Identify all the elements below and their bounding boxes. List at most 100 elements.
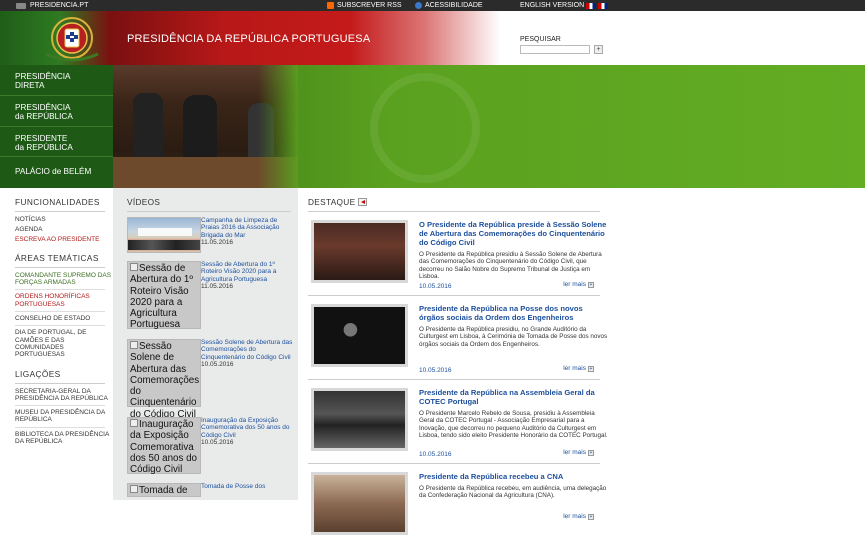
hero-fade [258,65,298,188]
news-summary: O Presidente da República presidiu, no G… [419,326,608,348]
read-more-label: ler mais [563,513,586,520]
news-thumbnail[interactable] [311,220,408,283]
nav-label: PRESIDENTE [15,133,68,143]
news-thumbnail[interactable] [311,388,408,451]
link-comandante-supremo[interactable]: COMANDANTE SUPREMO DAS FORÇAS ARMADAS [15,272,113,287]
video-item[interactable]: Tomada de Posse dos Tomada de Posse dos [127,483,298,497]
read-more-label: ler mais [563,365,586,372]
link-escreva-presidente[interactable]: ESCREVA AO PRESIDENTE [15,236,113,243]
destaque-heading-label: DESTAQUE [308,197,356,207]
video-thumbnail-alt: Tomada de Posse dos [139,485,188,496]
news-title[interactable]: Presidente da República na Posse dos nov… [419,304,609,322]
link-museu[interactable]: MUSEU DA PRESIDÊNCIA DA REPÚBLICA [15,409,113,424]
video-title[interactable]: Inauguração da Exposição Comemorativa do… [201,417,296,439]
news-title[interactable]: O Presidente da República preside à Sess… [419,220,609,247]
arrow-left-icon[interactable] [358,198,368,206]
destaque-column: DESTAQUE O Presidente da República presi… [298,188,610,535]
divider [15,311,105,313]
video-thumbnail[interactable]: Sessão de Abertura do 1º Roteiro Visão 2… [127,261,201,330]
news-item: Presidente da República na Posse dos nov… [308,296,607,380]
accessibility-link[interactable]: ACESSIBILIDADE [415,0,483,11]
english-version-link[interactable]: ENGLISH VERSION [520,0,609,11]
link-agenda[interactable]: AGENDA [15,226,113,233]
video-thumbnail[interactable] [127,217,201,253]
top-bar: PRESIDENCIA.PT SUBSCREVER RSS ACESSIBILI… [0,0,865,11]
video-date: 10.05.2016 [201,438,234,446]
coat-of-arms-icon[interactable] [40,14,104,62]
search-form: PESQUISAR + [520,36,603,54]
video-item[interactable]: Campanha de Limpeza de Praias 2016 da As… [127,217,298,255]
nav-label: PALÁCIO de BELÉM [15,167,92,177]
video-thumbnail[interactable]: Inauguração da Exposição Comemorativa do… [127,417,201,475]
news-thumbnail[interactable] [311,304,408,367]
read-more-link[interactable]: ler mais + [563,281,594,288]
link-noticias[interactable]: NOTÍCIAS [15,216,113,223]
nav-label: da REPÚBLICA [15,142,73,152]
news-summary: O Presidente Marcelo Rebelo de Sousa, pr… [419,410,608,439]
video-date: 11.05.2016 [201,238,234,246]
nav-label: PRESIDÊNCIA [15,72,71,81]
nav-label: DIRETA [15,81,45,90]
news-thumbnail[interactable] [311,472,408,535]
site-link[interactable]: PRESIDENCIA.PT [16,0,88,11]
video-item[interactable]: Inauguração da Exposição Comemorativa do… [127,417,298,477]
ligacoes-heading: LIGAÇÕES [15,368,61,379]
link-ordens-honorificas[interactable]: ORDENS HONORÍFICAS PORTUGUESAS [15,293,113,308]
link-conselho-estado[interactable]: CONSELHO DE ESTADO [15,315,113,322]
search-input[interactable] [520,45,590,54]
video-date: 10.05.2016 [201,360,234,368]
divider [15,426,105,428]
nav-presidente-republica[interactable]: PRESIDENTE da REPÚBLICA [0,127,113,158]
plus-icon: + [588,449,594,456]
video-banner-shape [138,228,192,236]
news-date: 10.05.2016 [419,367,452,374]
nav-palacio-belem[interactable]: PALÁCIO de BELÉM [0,157,113,188]
video-thumbnail[interactable]: Tomada de Posse dos [127,483,201,497]
link-secretaria-geral[interactable]: SECRETARIA-GERAL DA PRESIDÊNCIA DA REPÚB… [15,388,113,403]
news-item: Presidente da República recebeu a CNA O … [308,464,606,535]
video-title[interactable]: Tomada de Posse dos [201,483,296,490]
video-title[interactable]: Sessão de Abertura do 1º Roteiro Visão 2… [201,261,296,283]
video-title[interactable]: Campanha de Limpeza de Praias 2016 da As… [201,217,296,239]
divider [15,325,105,327]
news-image [314,475,405,532]
news-image [314,391,405,448]
rss-label: SUBSCREVER RSS [337,2,402,9]
broken-image-icon [130,485,138,493]
areas-heading: ÁREAS TEMÁTICAS [15,252,99,263]
video-crowd-shape [128,240,200,250]
accessibility-label: ACESSIBILIDADE [425,2,483,9]
read-more-link[interactable]: ler mais + [563,449,594,456]
news-image [314,307,405,364]
nav-presidencia-republica[interactable]: PRESIDÊNCIA da REPÚBLICA [0,96,113,127]
read-more-link[interactable]: ler mais + [563,513,594,520]
nav-label: da REPÚBLICA [15,111,73,121]
rss-link[interactable]: SUBSCREVER RSS [327,0,402,11]
site-title[interactable]: PRESIDÊNCIA DA REPÚBLICA PORTUGUESA [127,33,370,45]
news-summary: O Presidente da República recebeu, em au… [419,485,607,500]
link-dia-portugal[interactable]: DIA DE PORTUGAL, DE CAMÕES E DAS COMUNID… [15,329,113,358]
link-biblioteca[interactable]: BIBLIOTECA DA PRESIDÊNCIA DA REPÚBLICA [15,431,113,446]
hero-banner: PRESIDÊNCIA DIRETA PRESIDÊNCIA da REPÚBL… [0,65,865,188]
video-thumbnail-alt: Sessão Solene de Abertura das Comemoraçõ… [130,341,200,420]
read-more-label: ler mais [563,281,586,288]
read-more-link[interactable]: ler mais + [563,365,594,372]
search-button[interactable]: + [594,45,603,54]
video-thumbnail[interactable]: Sessão Solene de Abertura das Comemoraçõ… [127,339,201,420]
nav-presidencia-direta[interactable]: PRESIDÊNCIA DIRETA [0,65,113,96]
hero-photo [113,65,298,188]
video-item[interactable]: Sessão Solene de Abertura das Comemoraçõ… [127,339,298,420]
video-date: 11.05.2016 [201,282,234,290]
uk-flag-icon-2 [598,2,609,9]
news-title[interactable]: Presidente da República na Assembleia Ge… [419,388,609,406]
divider [127,211,291,212]
funcionalidades-heading: FUNCIONALIDADES [15,197,100,207]
news-image [314,223,405,280]
video-item[interactable]: Sessão de Abertura do 1º Roteiro Visão 2… [127,261,298,333]
plus-icon: + [588,281,594,288]
videos-column: VÍDEOS Campanha de Limpeza de Praias 201… [113,188,298,500]
news-title[interactable]: Presidente da República recebeu a CNA [419,472,609,481]
video-title[interactable]: Sessão Solene de Abertura das Comemoraçõ… [201,339,296,361]
plus-icon: + [588,365,594,372]
plus-icon: + [588,513,594,520]
